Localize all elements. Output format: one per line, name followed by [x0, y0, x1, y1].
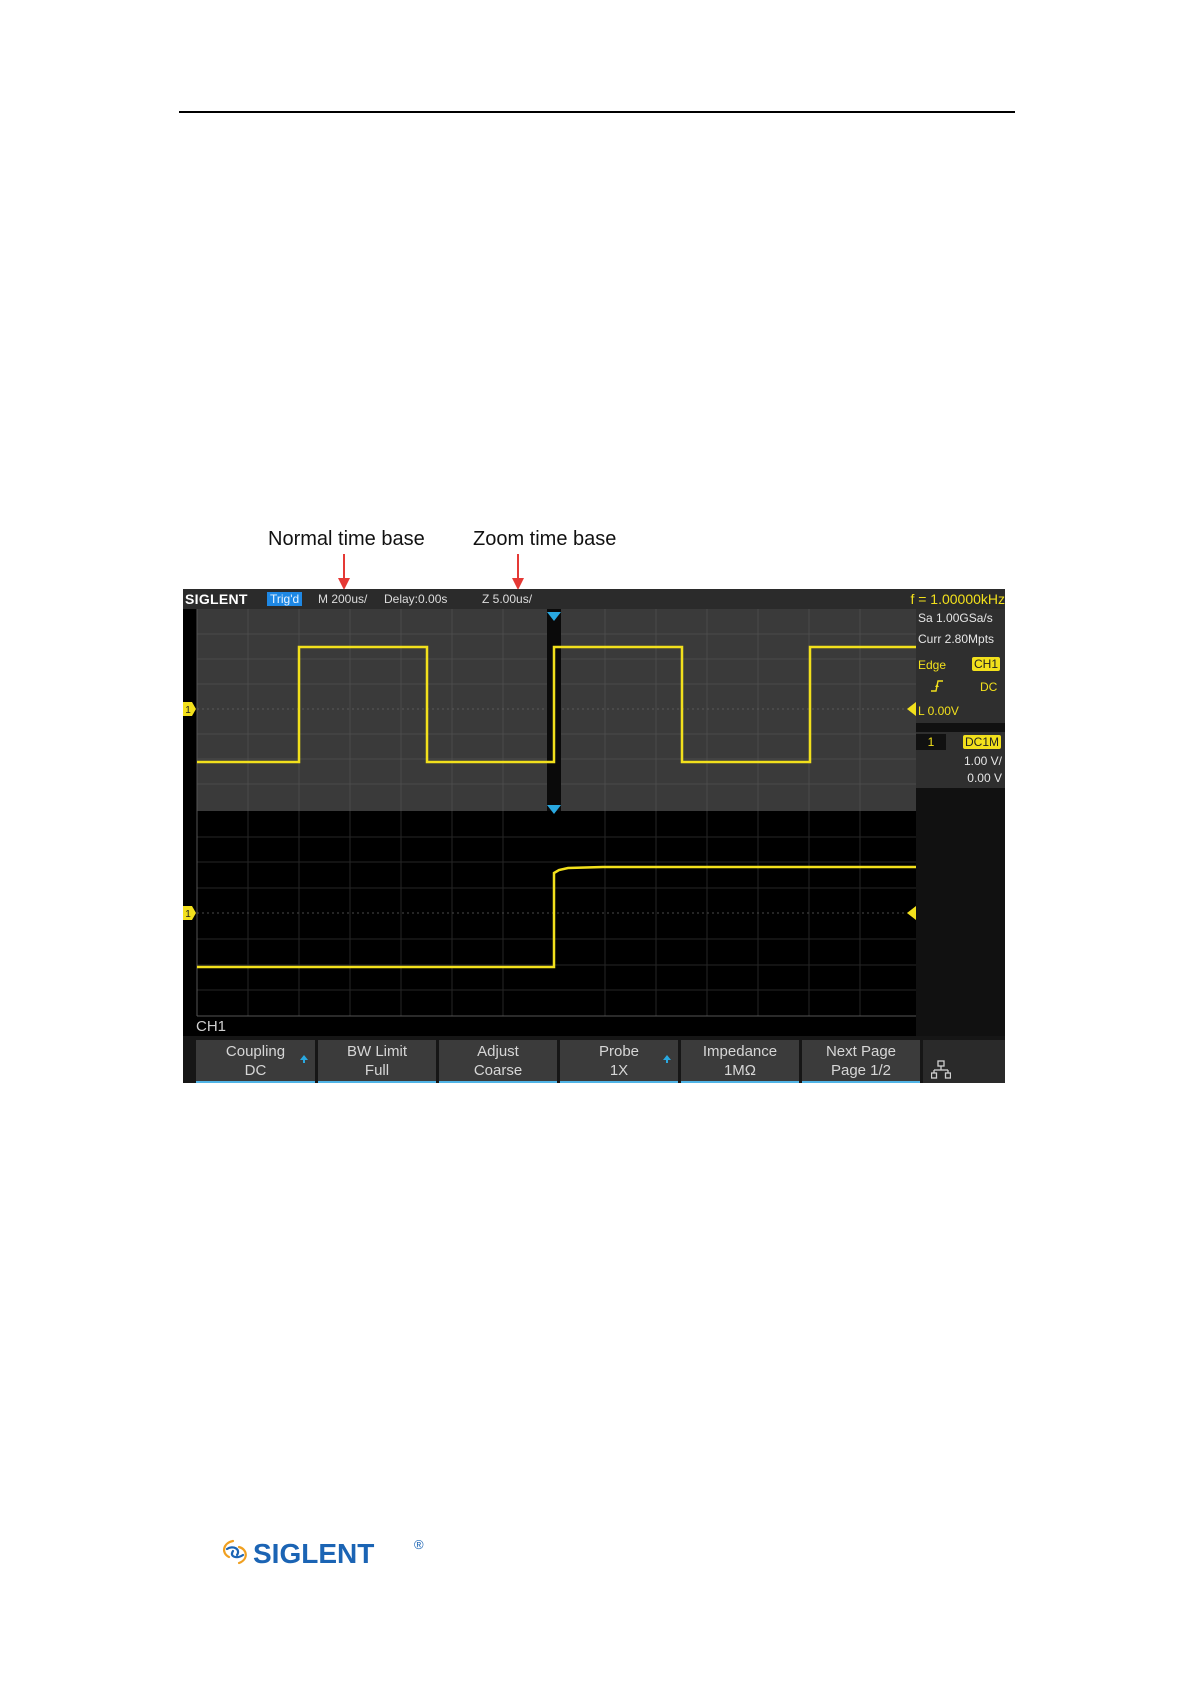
zoom-channel-marker-icon: 1: [183, 906, 196, 920]
trigger-coupling: DC: [980, 680, 998, 694]
channel-coupling-badge: DC1M: [963, 735, 1002, 749]
channel-offset: 0.00 V: [967, 771, 1002, 785]
channel-number: 1: [916, 734, 946, 750]
brand-label: SIGLENT: [185, 591, 248, 607]
oscilloscope-screen: SIGLENT Trig'd M 200us/ Delay:0.00s Z 5.…: [183, 589, 1005, 1083]
zoom-timebase: Z 5.00us/: [482, 592, 533, 606]
network-icon: [931, 1060, 951, 1079]
svg-text:1: 1: [185, 705, 191, 716]
impedance-value: 1MΩ: [723, 1062, 757, 1079]
frequency-readout: f = 1.00000kHz: [910, 591, 1005, 607]
trigger-status-badge: Trig'd: [267, 592, 303, 606]
delay-readout: Delay:0.00s: [384, 592, 448, 606]
main-timebase: M 200us/: [318, 592, 368, 606]
memory-depth: Curr 2.80Mpts: [918, 632, 995, 646]
menu-title: CH1: [196, 1018, 227, 1035]
rising-edge-icon: [931, 680, 943, 692]
waveform-display: 1 1: [183, 609, 916, 1017]
trigger-level: L 0.00V: [918, 704, 959, 718]
next-page-softkey[interactable]: Next Page Page 1/2: [802, 1040, 920, 1083]
trigger-type: Edge: [918, 658, 947, 672]
acquisition-panel: Sa 1.00GSa/s Curr 2.80Mpts: [916, 609, 1005, 653]
callout-zoom-time-base: Zoom time base: [473, 528, 617, 550]
impedance-softkey[interactable]: Impedance 1MΩ: [681, 1040, 799, 1083]
bw-limit-value: Full: [364, 1062, 390, 1079]
bw-limit-softkey[interactable]: BW Limit Full: [318, 1040, 436, 1083]
softkey-bar: Coupling DC BW Limit Full Adjust Coarse …: [183, 1036, 1005, 1083]
adjust-value: Coarse: [473, 1062, 523, 1079]
channel-scale: 1.00 V/: [963, 754, 1002, 768]
network-status: [923, 1040, 1005, 1083]
up-arrow-icon: [663, 1055, 671, 1063]
probe-label: Probe: [598, 1043, 640, 1060]
header-rule: [179, 111, 1015, 113]
svg-text:1: 1: [185, 909, 191, 920]
callout-arrow-normal-icon: [338, 554, 350, 590]
siglent-footer-logo: SIGLENT ®: [223, 1537, 424, 1569]
probe-value: 1X: [609, 1062, 629, 1079]
callout-normal-time-base: Normal time base: [268, 528, 425, 550]
channel-panel[interactable]: 1 DC1M 1.00 V/ 0.00 V: [916, 732, 1005, 788]
main-channel-marker-icon: 1: [183, 702, 196, 716]
coupling-label: Coupling: [225, 1043, 286, 1060]
callout-arrow-zoom-icon: [512, 554, 524, 590]
impedance-label: Impedance: [702, 1043, 778, 1060]
coupling-softkey[interactable]: Coupling DC: [196, 1040, 315, 1083]
up-arrow-icon: [300, 1055, 308, 1063]
info-sidebar: Sa 1.00GSa/s Curr 2.80Mpts Edge CH1 DC L…: [916, 609, 1005, 1046]
coupling-value: DC: [244, 1062, 267, 1079]
bw-limit-label: BW Limit: [347, 1043, 407, 1060]
trigger-panel[interactable]: Edge CH1 DC L 0.00V: [916, 653, 1005, 723]
footer-logo-text: SIGLENT: [253, 1538, 374, 1569]
adjust-softkey[interactable]: Adjust Coarse: [439, 1040, 557, 1083]
next-page-label: Next Page: [825, 1043, 897, 1060]
probe-softkey[interactable]: Probe 1X: [560, 1040, 678, 1083]
sample-rate: Sa 1.00GSa/s: [918, 611, 993, 625]
trigger-source-badge: CH1: [972, 657, 1001, 671]
adjust-label: Adjust: [477, 1043, 519, 1060]
next-page-value: Page 1/2: [830, 1062, 892, 1079]
swirl-icon: [223, 1539, 247, 1565]
status-bar: SIGLENT Trig'd M 200us/ Delay:0.00s Z 5.…: [183, 589, 1005, 609]
swirl-icon: [225, 1546, 245, 1559]
registered-mark: ®: [414, 1537, 424, 1552]
